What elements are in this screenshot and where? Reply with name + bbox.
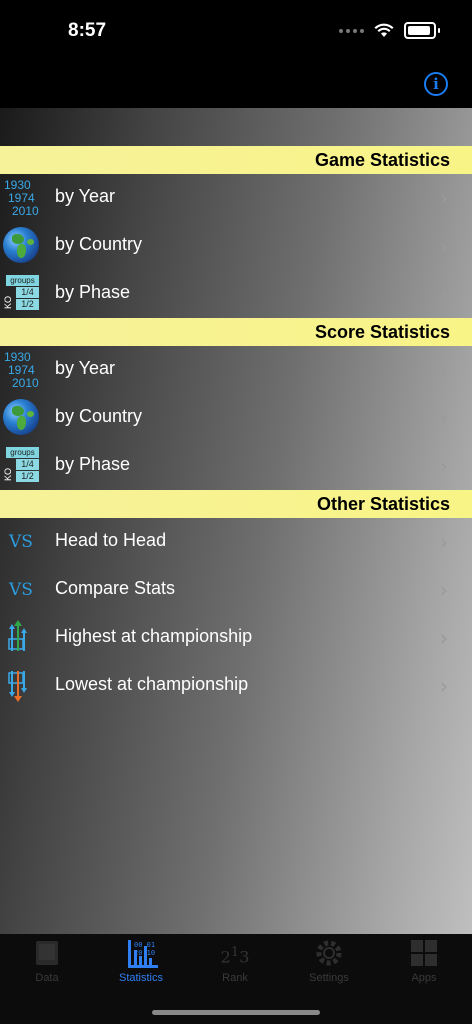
battery-icon <box>404 22 436 39</box>
list-item-label: by Country <box>55 406 143 426</box>
gear-icon <box>314 938 344 968</box>
chevron-right-icon: › <box>440 530 448 554</box>
chevron-right-icon: › <box>440 454 448 478</box>
tab-label: Apps <box>411 972 437 984</box>
tab-settings[interactable]: Settings <box>299 938 359 994</box>
svg-text:20 10: 20 10 <box>134 949 155 957</box>
vs-icon: VS <box>9 580 33 600</box>
tab-label: Settings <box>309 972 349 984</box>
list-item-label: Highest at championship <box>55 626 253 646</box>
home-indicator[interactable] <box>152 1010 320 1015</box>
list-item-head-to-head[interactable]: VS Head to Head › <box>0 518 472 566</box>
list-item-score-by-country[interactable]: by Country › <box>0 394 472 442</box>
list-item-label: by Country <box>55 234 143 254</box>
svg-text:00 01: 00 01 <box>134 941 155 949</box>
apps-grid-icon <box>409 938 439 968</box>
phase-icon: groups 1/4 1/2 KO <box>3 275 41 313</box>
chevron-right-icon: › <box>440 282 448 306</box>
status-bar: 8:57 <box>0 0 472 64</box>
chevron-right-icon: › <box>440 186 448 210</box>
statistics-icon: 00 01 20 10 <box>126 938 158 968</box>
tab-label: Rank <box>222 972 248 984</box>
book-icon <box>32 938 62 968</box>
list-item-compare-stats[interactable]: VS Compare Stats › <box>0 566 472 614</box>
list-item-label: Lowest at championship <box>55 674 249 694</box>
list-item-label: Compare Stats <box>55 578 176 598</box>
tab-data[interactable]: Data <box>17 938 77 994</box>
chevron-right-icon: › <box>440 578 448 602</box>
tab-rank[interactable]: 213 Rank <box>205 938 265 994</box>
tab-apps[interactable]: Apps <box>394 938 454 994</box>
section-header-game-statistics: Game Statistics <box>0 146 472 174</box>
status-icons <box>339 22 440 39</box>
chevron-right-icon: › <box>440 358 448 382</box>
info-button[interactable]: i <box>424 72 448 96</box>
list-item-highest-at-championship[interactable]: Highest at championship › <box>0 614 472 662</box>
list-item-score-by-year[interactable]: 1930 1974 2010 by Year › <box>0 346 472 394</box>
list-item-label: by Year <box>55 358 116 378</box>
year-range-icon: 1930 1974 2010 <box>4 350 39 390</box>
phase-icon: groups 1/4 1/2 KO <box>3 447 41 485</box>
year-range-icon: 1930 1974 2010 <box>4 178 39 218</box>
status-time: 8:57 <box>68 20 107 41</box>
wifi-icon <box>374 23 394 37</box>
list-item-game-by-year[interactable]: 1930 1974 2010 by Year › <box>0 174 472 222</box>
list-item-score-by-phase[interactable]: groups 1/4 1/2 KO by Phase › <box>0 442 472 490</box>
signal-icon <box>339 28 364 33</box>
list-item-label: by Phase <box>55 282 131 302</box>
tab-label: Statistics <box>118 972 163 984</box>
list-item-game-by-country[interactable]: by Country › <box>0 222 472 270</box>
tab-label: Data <box>35 972 59 984</box>
list-item-label: by Year <box>55 186 116 206</box>
statistics-list: Game Statistics 1930 1974 2010 by Year › b… <box>0 108 472 934</box>
vs-icon: VS <box>9 532 33 552</box>
rank-icon: 213 <box>220 945 250 967</box>
section-header-score-statistics: Score Statistics <box>0 318 472 346</box>
list-item-game-by-phase[interactable]: groups 1/4 1/2 KO by Phase › <box>0 270 472 318</box>
chevron-right-icon: › <box>440 234 448 258</box>
arrows-down-icon <box>3 667 41 705</box>
globe-icon <box>3 399 41 437</box>
chevron-right-icon: › <box>440 406 448 430</box>
globe-icon <box>3 227 41 265</box>
navigation-bar: i <box>0 64 472 108</box>
list-item-label: Head to Head <box>55 530 167 550</box>
list-item-label: by Phase <box>55 454 131 474</box>
tab-statistics[interactable]: 00 01 20 10 Statistics <box>111 938 171 994</box>
list-item-lowest-at-championship[interactable]: Lowest at championship › <box>0 662 472 710</box>
chevron-right-icon: › <box>440 626 448 650</box>
arrows-up-icon <box>3 619 41 657</box>
section-header-other-statistics: Other Statistics <box>0 490 472 518</box>
chevron-right-icon: › <box>440 674 448 698</box>
